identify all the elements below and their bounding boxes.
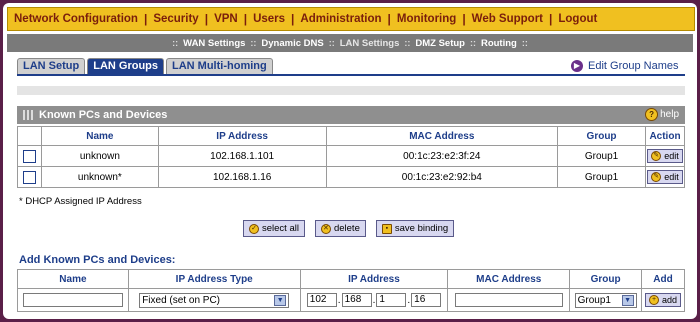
- add-button[interactable]: + add: [645, 293, 682, 307]
- help-link[interactable]: ? help: [645, 108, 679, 121]
- known-devices-table: Name IP Address MAC Address Group Action…: [17, 126, 686, 188]
- tab-underline: [17, 74, 685, 76]
- col-mac-address: MAC Address: [447, 269, 571, 289]
- app-frame: Network Configuration | Security | VPN | Us…: [3, 3, 697, 319]
- submenu-routing[interactable]: Routing: [478, 38, 520, 49]
- tab-lan-setup[interactable]: LAN Setup: [17, 58, 86, 74]
- action-buttons: ✓ select all ✕ delete ▪ save binding: [243, 220, 455, 237]
- add-device-table: Name IP Address Type IP Address MAC Addr…: [17, 269, 685, 312]
- row-ip: 102.168.1.101: [157, 145, 327, 167]
- row-name: unknown: [40, 145, 159, 167]
- x-icon: ✕: [320, 223, 331, 234]
- help-label: help: [660, 109, 679, 120]
- grip-icon: [23, 110, 33, 120]
- delete-button[interactable]: ✕ delete: [314, 220, 366, 237]
- edit-group-names-link[interactable]: ▶ Edit Group Names: [571, 60, 678, 72]
- edit-label: edit: [664, 172, 679, 182]
- delete-label: delete: [333, 223, 360, 234]
- chevron-down-icon: ▼: [274, 294, 287, 306]
- table-row: unknown* 102.168.1.16 00:1c:23:e2:92:b4 …: [17, 166, 686, 188]
- row-mac: 00:1c:23:e2:3f:24: [325, 145, 559, 167]
- select-all-button[interactable]: ✓ select all: [243, 220, 305, 237]
- ip-address-input: 102. 168. 1. 16: [306, 293, 442, 307]
- col-name: Name: [40, 126, 159, 146]
- ip-type-value: Fixed (set on PC): [142, 294, 221, 306]
- menu-administration[interactable]: Administration: [294, 13, 387, 25]
- menu-vpn[interactable]: VPN: [208, 13, 244, 25]
- plus-icon: +: [649, 295, 659, 305]
- group-value: Group1: [577, 294, 611, 306]
- ip-octet-1[interactable]: 102: [306, 293, 337, 307]
- tab-bar: LAN Setup LAN Groups LAN Multi-homing: [17, 58, 275, 74]
- row-group: Group1: [557, 166, 646, 188]
- table-row: unknown 102.168.1.101 00:1c:23:e2:3f:24 …: [17, 145, 686, 167]
- save-icon: ▪: [381, 223, 392, 234]
- pencil-icon: ✎: [651, 151, 662, 161]
- ip-type-select[interactable]: Fixed (set on PC) ▼: [139, 292, 290, 308]
- row-ip: 102.168.1.16: [157, 166, 327, 188]
- ip-octet-2[interactable]: 168: [341, 293, 372, 307]
- col-add: Add: [641, 269, 685, 289]
- submenu-dynamic-dns[interactable]: Dynamic DNS: [258, 38, 326, 49]
- ip-octet-4[interactable]: 16: [411, 293, 442, 307]
- chevron-down-icon: ▼: [621, 294, 634, 306]
- col-ip-address: IP Address: [299, 269, 449, 289]
- row-group: Group1: [557, 145, 646, 167]
- select-all-label: select all: [262, 223, 299, 234]
- submenu-lan-settings[interactable]: LAN Settings: [337, 38, 403, 49]
- add-label: add: [662, 295, 678, 305]
- menu-logout[interactable]: Logout: [552, 13, 603, 25]
- known-devices-title: Known PCs and Devices: [39, 109, 168, 121]
- dhcp-note: * DHCP Assigned IP Address: [19, 196, 142, 207]
- col-group: Group: [569, 269, 643, 289]
- help-icon: ?: [645, 108, 659, 121]
- row-name: unknown*: [40, 166, 159, 188]
- save-binding-button[interactable]: ▪ save binding: [375, 220, 455, 237]
- edit-button[interactable]: ✎ edit: [647, 170, 683, 184]
- tab-lan-groups[interactable]: LAN Groups: [87, 58, 165, 74]
- divider-bar: [17, 86, 685, 95]
- check-icon: ✓: [249, 223, 259, 234]
- menu-users[interactable]: Users: [247, 13, 291, 25]
- submenu-wan-settings[interactable]: WAN Settings: [180, 38, 248, 49]
- menu-security[interactable]: Security: [147, 13, 204, 25]
- name-input[interactable]: [22, 293, 123, 307]
- row-checkbox[interactable]: [22, 149, 36, 163]
- mac-address-input[interactable]: [454, 293, 563, 307]
- col-action: Action: [644, 126, 686, 146]
- sub-menu: :: WAN Settings :: Dynamic DNS :: LAN Setti…: [7, 34, 693, 52]
- col-ip-address-type: IP Address Type: [127, 269, 301, 289]
- group-select[interactable]: Group1 ▼: [574, 292, 637, 308]
- top-menu: Network Configuration | Security | VPN | Us…: [7, 7, 695, 31]
- known-devices-header: Known PCs and Devices ? help: [17, 106, 685, 124]
- table-header-row: Name IP Address Type IP Address MAC Addr…: [17, 269, 685, 289]
- col-name: Name: [17, 269, 129, 289]
- tab-lan-multi-homing[interactable]: LAN Multi-homing: [166, 58, 273, 74]
- edit-group-names-label: Edit Group Names: [588, 60, 679, 72]
- menu-web-support[interactable]: Web Support: [466, 13, 549, 25]
- menu-network-configuration[interactable]: Network Configuration: [8, 13, 144, 25]
- col-group: Group: [557, 126, 646, 146]
- row-mac: 00:1c:23:e2:92:b4: [325, 166, 559, 188]
- edit-button[interactable]: ✎ edit: [647, 149, 683, 163]
- col-ip-address: IP Address: [157, 126, 327, 146]
- arrow-right-icon: ▶: [571, 60, 583, 72]
- add-row: Fixed (set on PC) ▼ 102. 168. 1. 16 Group…: [17, 288, 685, 312]
- table-header-row: Name IP Address MAC Address Group Action: [17, 126, 686, 146]
- submenu-dmz-setup[interactable]: DMZ Setup: [412, 38, 468, 49]
- ip-octet-3[interactable]: 1: [376, 293, 407, 307]
- pencil-icon: ✎: [651, 172, 662, 182]
- row-checkbox[interactable]: [22, 170, 36, 184]
- add-section-title: Add Known PCs and Devices:: [19, 254, 176, 266]
- menu-monitoring[interactable]: Monitoring: [391, 13, 462, 25]
- save-binding-label: save binding: [394, 223, 449, 234]
- col-mac-address: MAC Address: [325, 126, 559, 146]
- edit-label: edit: [664, 151, 679, 161]
